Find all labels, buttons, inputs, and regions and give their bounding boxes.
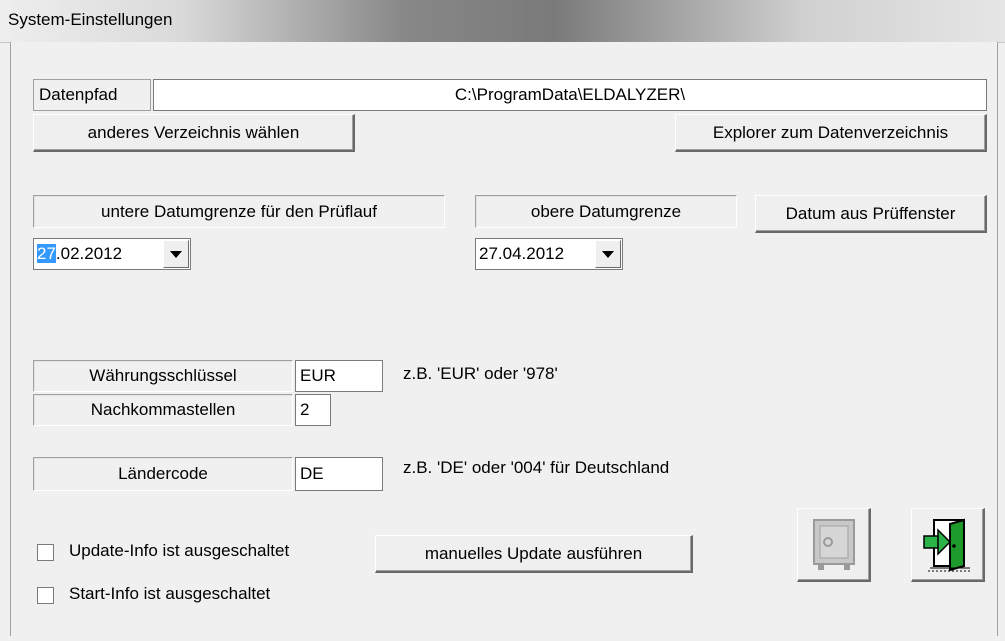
- exit-button[interactable]: [911, 508, 985, 582]
- country-code-input[interactable]: DE: [295, 457, 383, 491]
- country-code-hint: z.B. 'DE' oder '004' für Deutschland: [403, 458, 670, 477]
- start-info-checkbox[interactable]: [37, 587, 54, 604]
- decimals-label: Nachkommastellen: [33, 394, 293, 426]
- currency-key-input[interactable]: EUR: [295, 360, 383, 392]
- decimals-input[interactable]: 2: [295, 394, 331, 426]
- date-from-test-window-button[interactable]: Datum aus Prüffenster: [755, 195, 987, 233]
- upper-date-dropdown-button[interactable]: [595, 240, 621, 268]
- lower-date-rest: .02.2012: [55, 244, 123, 263]
- lower-date-picker[interactable]: 27.02.2012: [33, 238, 191, 270]
- lower-date-selected-part: 27: [37, 244, 56, 263]
- chevron-down-icon: [602, 250, 614, 258]
- update-info-label[interactable]: Update-Info ist ausgeschaltet: [69, 541, 289, 561]
- choose-directory-button[interactable]: anderes Verzeichnis wählen: [33, 114, 355, 152]
- country-code-label: Ländercode: [33, 457, 293, 491]
- upper-date-picker[interactable]: 27.04.2012: [475, 238, 623, 270]
- upper-date-label: obere Datumgrenze: [475, 195, 737, 228]
- title-bar: System-Einstellungen: [0, 0, 1005, 43]
- currency-key-hint: z.B. 'EUR' oder '978': [403, 364, 558, 383]
- open-explorer-button[interactable]: Explorer zum Datenverzeichnis: [675, 114, 987, 152]
- start-info-label[interactable]: Start-Info ist ausgeschaltet: [69, 584, 270, 604]
- datapath-label: Datenpfad: [33, 79, 151, 111]
- lower-date-label: untere Datumgrenze für den Prüflauf: [33, 195, 445, 228]
- settings-window: Datenpfad C:\ProgramData\ELDALYZER\ ande…: [10, 42, 998, 636]
- exit-door-icon: [922, 518, 972, 571]
- chevron-down-icon: [170, 250, 182, 258]
- datapath-field[interactable]: C:\ProgramData\ELDALYZER\: [153, 79, 987, 111]
- manual-update-button[interactable]: manuelles Update ausführen: [375, 535, 693, 573]
- currency-key-label: Währungsschlüssel: [33, 360, 293, 392]
- window-title: System-Einstellungen: [8, 10, 173, 29]
- lower-date-dropdown-button[interactable]: [163, 240, 189, 268]
- safe-icon: [812, 518, 855, 570]
- update-info-checkbox[interactable]: [37, 544, 54, 561]
- safe-button[interactable]: [797, 508, 871, 582]
